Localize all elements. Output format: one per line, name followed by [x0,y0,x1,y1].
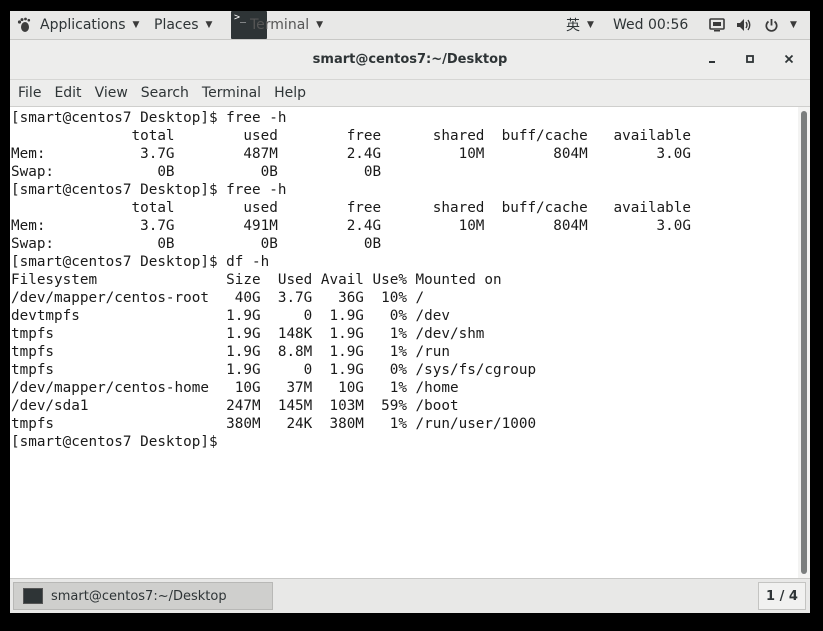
input-method-label: 英 [566,18,580,34]
terminal-icon [23,588,43,604]
scrollbar[interactable] [798,107,810,578]
close-button[interactable] [777,48,801,72]
applications-label: Applications [40,17,126,33]
terminal-line: /dev/mapper/centos-root 40G 3.7G 36G 10%… [11,290,425,306]
terminal-line: devtmpfs 1.9G 0 1.9G 0% /dev [11,308,450,324]
chevron-down-icon: ▼ [132,20,140,30]
terminal-prompt-line: [smart@centos7 Desktop]$ [11,434,218,450]
maximize-icon [745,53,755,68]
top-panel: Applications ▼ Places ▼ >_ Terminal ▼ 英 … [10,11,810,40]
terminal-line: [smart@centos7 Desktop]$ free -h [11,110,287,126]
taskbar-item-terminal[interactable]: smart@centos7:~/Desktop [13,582,273,610]
terminal-line: [smart@centos7 Desktop]$ free -h [11,182,287,198]
terminal-line: tmpfs 1.9G 0 1.9G 0% /sys/fs/cgroup [11,362,537,378]
system-menu[interactable]: ▼ [709,11,797,39]
places-label: Places [154,17,199,33]
scrollbar-thumb[interactable] [801,111,807,574]
display-icon [709,18,725,32]
terminal-line: /dev/sda1 247M 145M 103M 59% /boot [11,398,459,414]
terminal-line: tmpfs 380M 24K 380M 1% /run/user/1000 [11,416,537,432]
menu-terminal[interactable]: Terminal [202,85,261,101]
input-method-menu[interactable]: 英 ▼ [566,11,594,39]
menu-edit[interactable]: Edit [54,85,81,101]
menu-view[interactable]: View [95,85,128,101]
clock-label: Wed 00:56 [613,17,689,33]
terminal-line: Swap: 0B 0B 0B [11,236,382,252]
minimize-icon [707,53,717,68]
terminal-line: tmpfs 1.9G 148K 1.9G 1% /dev/shm [11,326,485,342]
places-menu[interactable]: Places ▼ [154,11,212,39]
menu-file[interactable]: File [18,85,41,101]
terminal-line: Mem: 3.7G 491M 2.4G 10M 804M 3.0G [11,218,691,234]
taskbar-item-label: smart@centos7:~/Desktop [51,588,227,604]
terminal-line: Swap: 0B 0B 0B [11,164,382,180]
terminal-app-menu[interactable]: >_ Terminal ▼ [228,11,328,39]
terminal-line: [smart@centos7 Desktop]$ df -h [11,254,270,270]
chevron-down-icon: ▼ [205,20,213,30]
terminal-app-label: Terminal [250,17,310,33]
chevron-down-icon: ▼ [790,20,797,30]
chevron-down-icon: ▼ [316,20,324,30]
terminal-line: Filesystem Size Used Avail Use% Mounted … [11,272,502,288]
terminal-line: tmpfs 1.9G 8.8M 1.9G 1% /run [11,344,450,360]
bottom-panel: smart@centos7:~/Desktop 1 / 4 [10,578,810,613]
menu-help[interactable]: Help [274,85,306,101]
menu-search[interactable]: Search [141,85,189,101]
terminal-line: Mem: 3.7G 487M 2.4G 10M 804M 3.0G [11,146,691,162]
terminal-line: total used free shared buff/cache availa… [11,128,692,144]
applications-menu[interactable]: Applications ▼ [15,11,139,39]
foot-icon [15,16,33,34]
window-title: smart@centos7:~/Desktop [312,52,508,67]
clock[interactable]: Wed 00:56 [613,11,688,39]
volume-icon [736,18,753,32]
terminal-line: /dev/mapper/centos-home 10G 37M 10G 1% /… [11,380,459,396]
menu-bar: File Edit View Search Terminal Help [10,80,810,107]
chevron-down-icon: ▼ [587,20,594,30]
title-bar[interactable]: smart@centos7:~/Desktop [10,40,810,80]
terminal-window: smart@centos7:~/Desktop File Edit View S… [10,40,810,578]
minimize-button[interactable] [700,48,724,72]
maximize-button[interactable] [738,48,762,72]
close-icon [784,52,794,68]
workspace-switcher[interactable]: 1 / 4 [758,582,806,610]
power-icon [764,18,779,33]
terminal-line: total used free shared buff/cache availa… [11,200,692,216]
terminal-output[interactable]: [smart@centos7 Desktop]$ free -h total u… [10,107,798,578]
